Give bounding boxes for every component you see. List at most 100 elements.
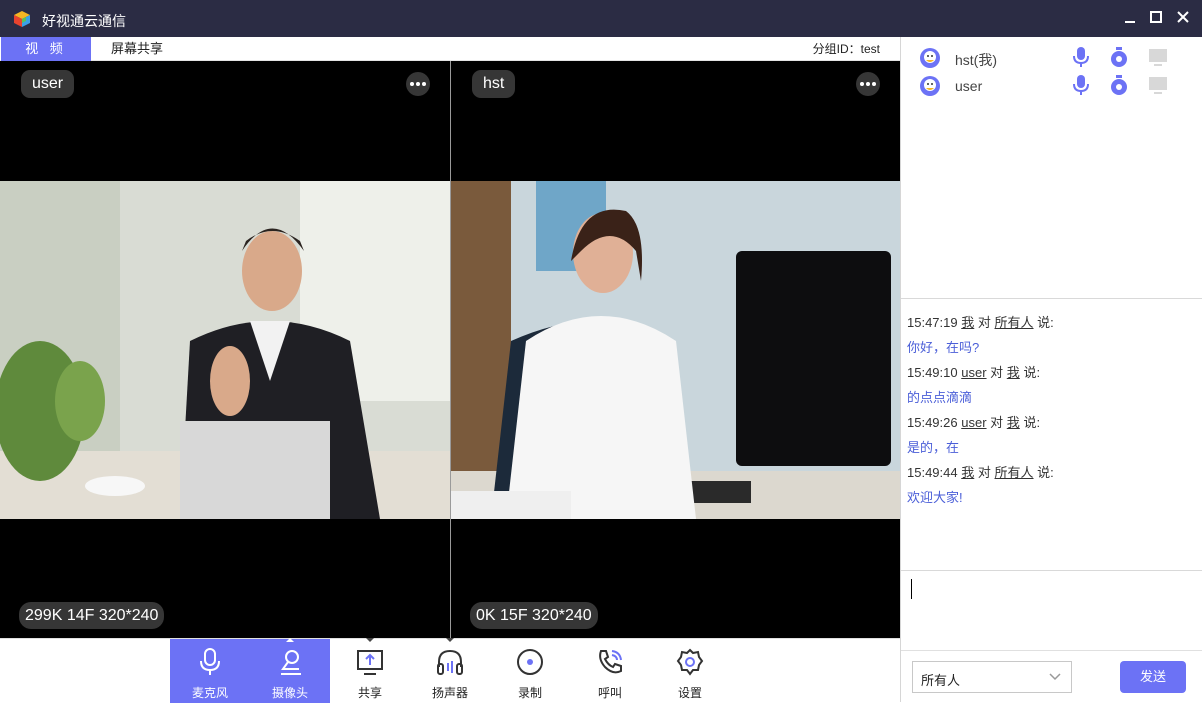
call-label: 呼叫 [597, 686, 622, 700]
chat-time: 15:49:44 [907, 465, 958, 480]
text-caret [911, 579, 912, 599]
caret-down-icon [446, 638, 454, 642]
member-row[interactable]: hst(我) [901, 44, 1202, 72]
title-bar: 好视通云通信 [0, 0, 1202, 37]
record-label: 录制 [517, 686, 542, 700]
maximize-icon [1150, 11, 1162, 23]
chat-message-text: 欢迎大家! [907, 490, 963, 505]
chat-connector: 对 [977, 465, 991, 480]
recipient-select[interactable]: 所有人 [912, 661, 1072, 693]
call-icon [599, 650, 622, 674]
settings-icon [676, 648, 704, 676]
record-icon [517, 649, 543, 675]
chat-message-header: 15:47:19 我 对 所有人 说: [907, 312, 1054, 331]
share-button[interactable]: 共享 [330, 638, 410, 703]
chat-message-text: 的点点滴滴 [907, 390, 973, 405]
chat-said: 说: [1023, 365, 1041, 380]
chat-said: 说: [1037, 315, 1054, 330]
more-dots-icon [860, 82, 876, 86]
chat-recipient[interactable]: 我 [1007, 365, 1020, 380]
microphone-icon [200, 648, 220, 675]
chat-message-header: 15:49:44 我 对 所有人 说: [907, 462, 1054, 481]
microphone-status-icon[interactable] [1070, 74, 1092, 96]
video-area: user 299K 14F 320*240 hst 0K 15F 320*240 [0, 61, 900, 638]
chat-input[interactable] [901, 570, 1202, 650]
settings-button[interactable]: 设置 [650, 639, 730, 703]
chat-connector: 对 [977, 315, 991, 330]
chat-said: 说: [1023, 415, 1041, 430]
chat-sender[interactable]: user [961, 365, 986, 380]
chat-recipient[interactable]: 所有人 [995, 315, 1034, 330]
close-button[interactable] [1168, 4, 1198, 30]
user-avatar-icon [920, 48, 940, 68]
app-title: 好视通云通信 [42, 13, 126, 29]
chat-footer: 所有人 发送 [901, 650, 1202, 702]
chat-said: 说: [1037, 465, 1054, 480]
chat-message-text: 是的，在 [907, 440, 960, 455]
caret-up-icon [286, 638, 294, 642]
microphone-button[interactable]: 麦克风 [170, 639, 250, 703]
share-label: 共享 [357, 686, 382, 700]
app-window: 好视通云通信 视 频 屏幕共享 分组ID：test user 299K 14F … [0, 0, 1202, 703]
minimize-icon [1125, 21, 1135, 23]
member-name: user [955, 78, 983, 94]
call-button[interactable]: 呼叫 [570, 639, 650, 703]
speaker-label: 扬声器 [431, 686, 468, 700]
member-row[interactable]: user [901, 72, 1202, 100]
video-stats: 299K 14F 320*240 [19, 602, 165, 629]
close-icon [1177, 11, 1189, 23]
chat-message-header: 15:49:26 user 对 我 说: [907, 412, 1040, 431]
group-id-label: 分组ID：test [812, 42, 880, 56]
chat-time: 15:49:10 [907, 365, 958, 380]
video-stats: 0K 15F 320*240 [470, 602, 598, 629]
chat-message-header: 15:49:10 user 对 我 说: [907, 362, 1040, 381]
record-button[interactable]: 录制 [490, 639, 570, 703]
view-tabs: 视 频 屏幕共享 分组ID：test [0, 37, 900, 61]
tab-screen-share[interactable]: 屏幕共享 [92, 37, 182, 61]
microphone-label: 麦克风 [191, 686, 228, 700]
video-name-tag: user [21, 70, 75, 98]
bottom-toolbar: 麦克风 摄像头 共享 扬声器 录制 呼叫 设置 [0, 638, 900, 703]
chat-time: 15:47:19 [907, 315, 958, 330]
chat-message-text: 你好，在吗? [907, 340, 980, 355]
more-options-button[interactable] [406, 72, 430, 96]
tab-video[interactable]: 视 频 [1, 37, 91, 61]
chat-log: 15:47:19 我 对 所有人 说: 你好，在吗? 15:49:10 user… [901, 300, 1202, 570]
send-button[interactable]: 发送 [1120, 661, 1186, 693]
camera-status-icon[interactable] [1108, 74, 1130, 96]
video-frame-user [0, 181, 450, 519]
chat-recipient[interactable]: 我 [1007, 415, 1020, 430]
chat-sender[interactable]: 我 [961, 315, 974, 330]
settings-label: 设置 [677, 686, 702, 700]
app-logo-icon [14, 11, 30, 27]
more-options-button[interactable] [856, 72, 880, 96]
camera-status-icon[interactable] [1108, 46, 1130, 68]
more-dots-icon [410, 82, 426, 86]
recipient-value: 所有人 [921, 673, 961, 688]
chat-connector: 对 [990, 415, 1004, 430]
video-name-tag: hst [472, 70, 516, 98]
side-panel: hst(我) user 15:47:19 我 对 所有人 说: 你好，在吗? 1… [900, 37, 1202, 702]
speaker-icon [437, 649, 463, 675]
chat-recipient[interactable]: 所有人 [995, 465, 1034, 480]
maximize-button[interactable] [1141, 4, 1171, 30]
camera-icon [281, 650, 301, 675]
camera-label: 摄像头 [271, 686, 308, 700]
chat-sender[interactable]: user [961, 415, 986, 430]
caret-down-icon [366, 638, 374, 642]
microphone-status-icon[interactable] [1070, 46, 1092, 68]
video-pane-user[interactable]: user 299K 14F 320*240 [0, 61, 450, 638]
screen-status-icon[interactable] [1147, 74, 1169, 96]
chevron-down-icon [1049, 673, 1061, 681]
chat-sender[interactable]: 我 [961, 465, 974, 480]
user-avatar-icon [920, 76, 940, 96]
video-pane-hst[interactable]: hst 0K 15F 320*240 [451, 61, 900, 638]
share-icon [357, 650, 383, 675]
chat-connector: 对 [990, 365, 1004, 380]
camera-button[interactable]: 摄像头 [250, 638, 330, 703]
screen-status-icon[interactable] [1147, 46, 1169, 68]
member-list: hst(我) user [901, 37, 1202, 299]
member-name: hst(我) [955, 52, 997, 68]
speaker-button[interactable]: 扬声器 [410, 638, 490, 703]
video-frame-hst [451, 181, 900, 519]
